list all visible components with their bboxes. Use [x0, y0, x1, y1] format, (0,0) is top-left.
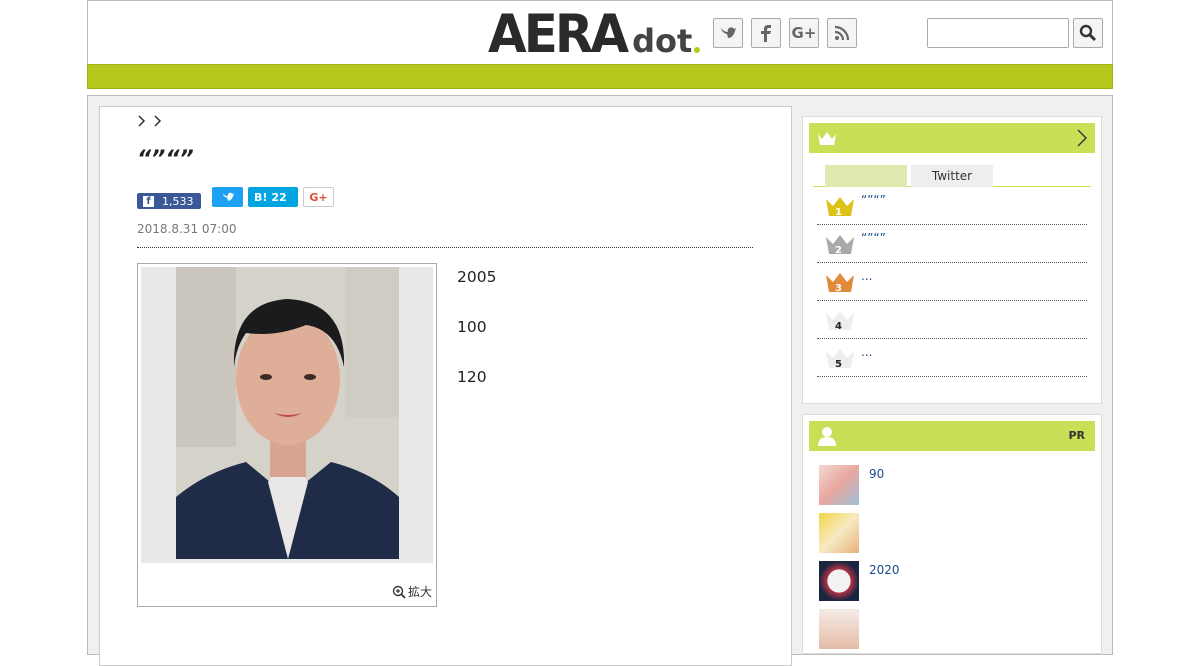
zoom-in-icon [392, 585, 406, 599]
twitter-share-button[interactable] [212, 187, 243, 207]
rank-number: 3 [835, 283, 842, 294]
pr-item[interactable] [819, 605, 1095, 653]
logo-dot-mark [694, 47, 701, 53]
hatena-share-count: 22 [271, 190, 287, 204]
chevron-right-icon[interactable] [1077, 129, 1087, 147]
ranking-header[interactable] [809, 123, 1095, 153]
pr-thumbnail[interactable] [819, 609, 859, 649]
article-paragraph: 2005 [457, 268, 497, 286]
pr-item[interactable]: 90 [819, 461, 1095, 509]
google-plus-icon: G+ [309, 190, 328, 204]
article-paragraph: 120 [457, 368, 487, 386]
zoom-button[interactable]: 拡大 [392, 583, 432, 600]
logo-sub-text: dot [632, 22, 693, 60]
content-area: “”“” f 1,533 B! 22 G+ 2018.8.31 07:00 拡大… [87, 95, 1113, 666]
pr-item-text[interactable]: 2020 [869, 563, 900, 577]
ranking-item-text[interactable]: ... [861, 269, 872, 283]
ranking-item[interactable]: 5 ... [817, 339, 1087, 377]
pr-panel: PR 90 2020 [802, 414, 1102, 654]
ranking-item[interactable]: 3 ... [817, 263, 1087, 301]
facebook-share-count: 1,533 [162, 194, 194, 208]
ranking-panel: Twitter 1 “”“” 2 “”“” 3 ... 4 5 ... [802, 116, 1102, 404]
tab-twitter-ranking[interactable]: Twitter [911, 165, 993, 187]
twitter-icon[interactable] [713, 18, 743, 48]
article-body: 2005 100 120 [457, 265, 757, 415]
zoom-label: 拡大 [407, 585, 432, 599]
pr-item[interactable]: 2020 [819, 557, 1095, 605]
article-photo[interactable] [176, 267, 399, 559]
article-photo-frame[interactable]: 拡大 [137, 263, 437, 607]
facebook-icon: f [143, 195, 154, 207]
hatena-bookmark-button[interactable]: B! 22 [248, 187, 298, 207]
article-title: “”“” [137, 147, 194, 172]
rss-icon[interactable] [827, 18, 857, 48]
hatena-icon: B! [254, 190, 268, 204]
google-plus-share-button[interactable]: G+ [303, 187, 334, 207]
search-icon [1079, 24, 1097, 42]
pr-header: PR [809, 421, 1095, 451]
article: “”“” f 1,533 B! 22 G+ 2018.8.31 07:00 拡大… [99, 106, 792, 666]
ranking-item[interactable]: 4 [817, 301, 1087, 339]
ranking-tabs: Twitter [813, 165, 1091, 187]
article-date: 2018.8.31 07:00 [137, 222, 237, 236]
logo-main-text: AERA [488, 3, 629, 65]
ranking-item-text[interactable]: “”“” [861, 231, 886, 245]
breadcrumb [138, 115, 162, 131]
divider [137, 247, 753, 248]
chevron-right-icon[interactable] [138, 115, 146, 131]
pr-thumbnail[interactable] [819, 561, 859, 601]
pr-thumbnail[interactable] [819, 513, 859, 553]
ranking-item[interactable]: 2 “”“” [817, 225, 1087, 263]
twitter-icon [222, 192, 234, 201]
rank-number: 4 [835, 321, 842, 332]
pr-thumbnail[interactable] [819, 465, 859, 505]
rank-number: 2 [835, 245, 842, 256]
ranking-item-text[interactable]: “”“” [861, 193, 886, 207]
pr-item[interactable] [819, 509, 1095, 557]
facebook-share-button[interactable]: f 1,533 [137, 193, 201, 209]
tab-access-ranking[interactable] [825, 165, 907, 187]
rank-number: 5 [835, 359, 842, 370]
site-logo[interactable]: AERA dot [488, 3, 701, 65]
google-plus-icon[interactable]: G+ [789, 18, 819, 48]
facebook-icon[interactable] [751, 18, 781, 48]
chevron-right-icon[interactable] [154, 115, 162, 131]
sidebar: Twitter 1 “”“” 2 “”“” 3 ... 4 5 ... PR 9… [802, 116, 1102, 654]
nav-bar [87, 64, 1113, 89]
search-button[interactable] [1073, 18, 1103, 48]
site-header: AERA dot G+ [87, 0, 1113, 64]
user-icon [818, 427, 836, 446]
article-paragraph: 100 [457, 318, 487, 336]
page-wrapper: AERA dot G+ “”“” f 1,533 B! 22 G+ 2018.8… [87, 0, 1113, 666]
rank-number: 1 [835, 207, 842, 218]
pr-badge: PR [1068, 429, 1085, 442]
pr-item-text[interactable]: 90 [869, 467, 884, 481]
ranking-item-text[interactable]: ... [861, 345, 872, 359]
crown-icon [818, 132, 836, 145]
ranking-item[interactable]: 1 “”“” [817, 187, 1087, 225]
search-input[interactable] [927, 18, 1069, 48]
